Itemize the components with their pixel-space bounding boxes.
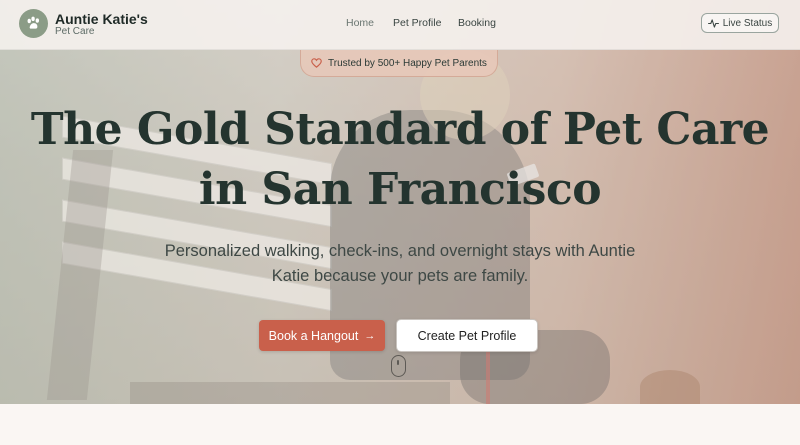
trust-badge: Trusted by 500+ Happy Pet Parents [300,50,498,77]
brand-name[interactable]: Auntie Katie's [55,11,148,27]
book-hangout-label: Book a Hangout [268,328,359,343]
activity-icon [707,18,719,28]
nav-link-pet-profile[interactable]: Pet Profile [393,17,441,29]
nav-link-booking[interactable]: Booking [458,17,496,29]
nav-link-home[interactable]: Home [346,17,374,29]
heart-icon [311,58,322,68]
hero-title-line-2: in San Francisco [198,164,602,215]
hero-subtitle-line-2: Katie because your pets are family. [271,267,529,285]
live-status-label: Live Status [722,17,773,29]
paw-icon[interactable] [19,9,48,38]
book-hangout-button[interactable]: Book a Hangout → [259,320,385,351]
create-pet-profile-button[interactable]: Create Pet Profile [396,319,538,352]
hero-subtitle-line-1: Personalized walking, check-ins, and ove… [164,242,636,260]
scroll-mouse-icon [391,355,406,377]
navbar: Auntie Katie's Pet Care Home Pet Profile… [0,0,800,50]
brand-subtitle: Pet Care [55,26,95,37]
hero-title-line-1: The Gold Standard of Pet Care [30,104,770,155]
arrow-right-icon: → [364,329,376,342]
trust-badge-label: Trusted by 500+ Happy Pet Parents [328,57,487,69]
live-status-button[interactable]: Live Status [701,13,779,33]
